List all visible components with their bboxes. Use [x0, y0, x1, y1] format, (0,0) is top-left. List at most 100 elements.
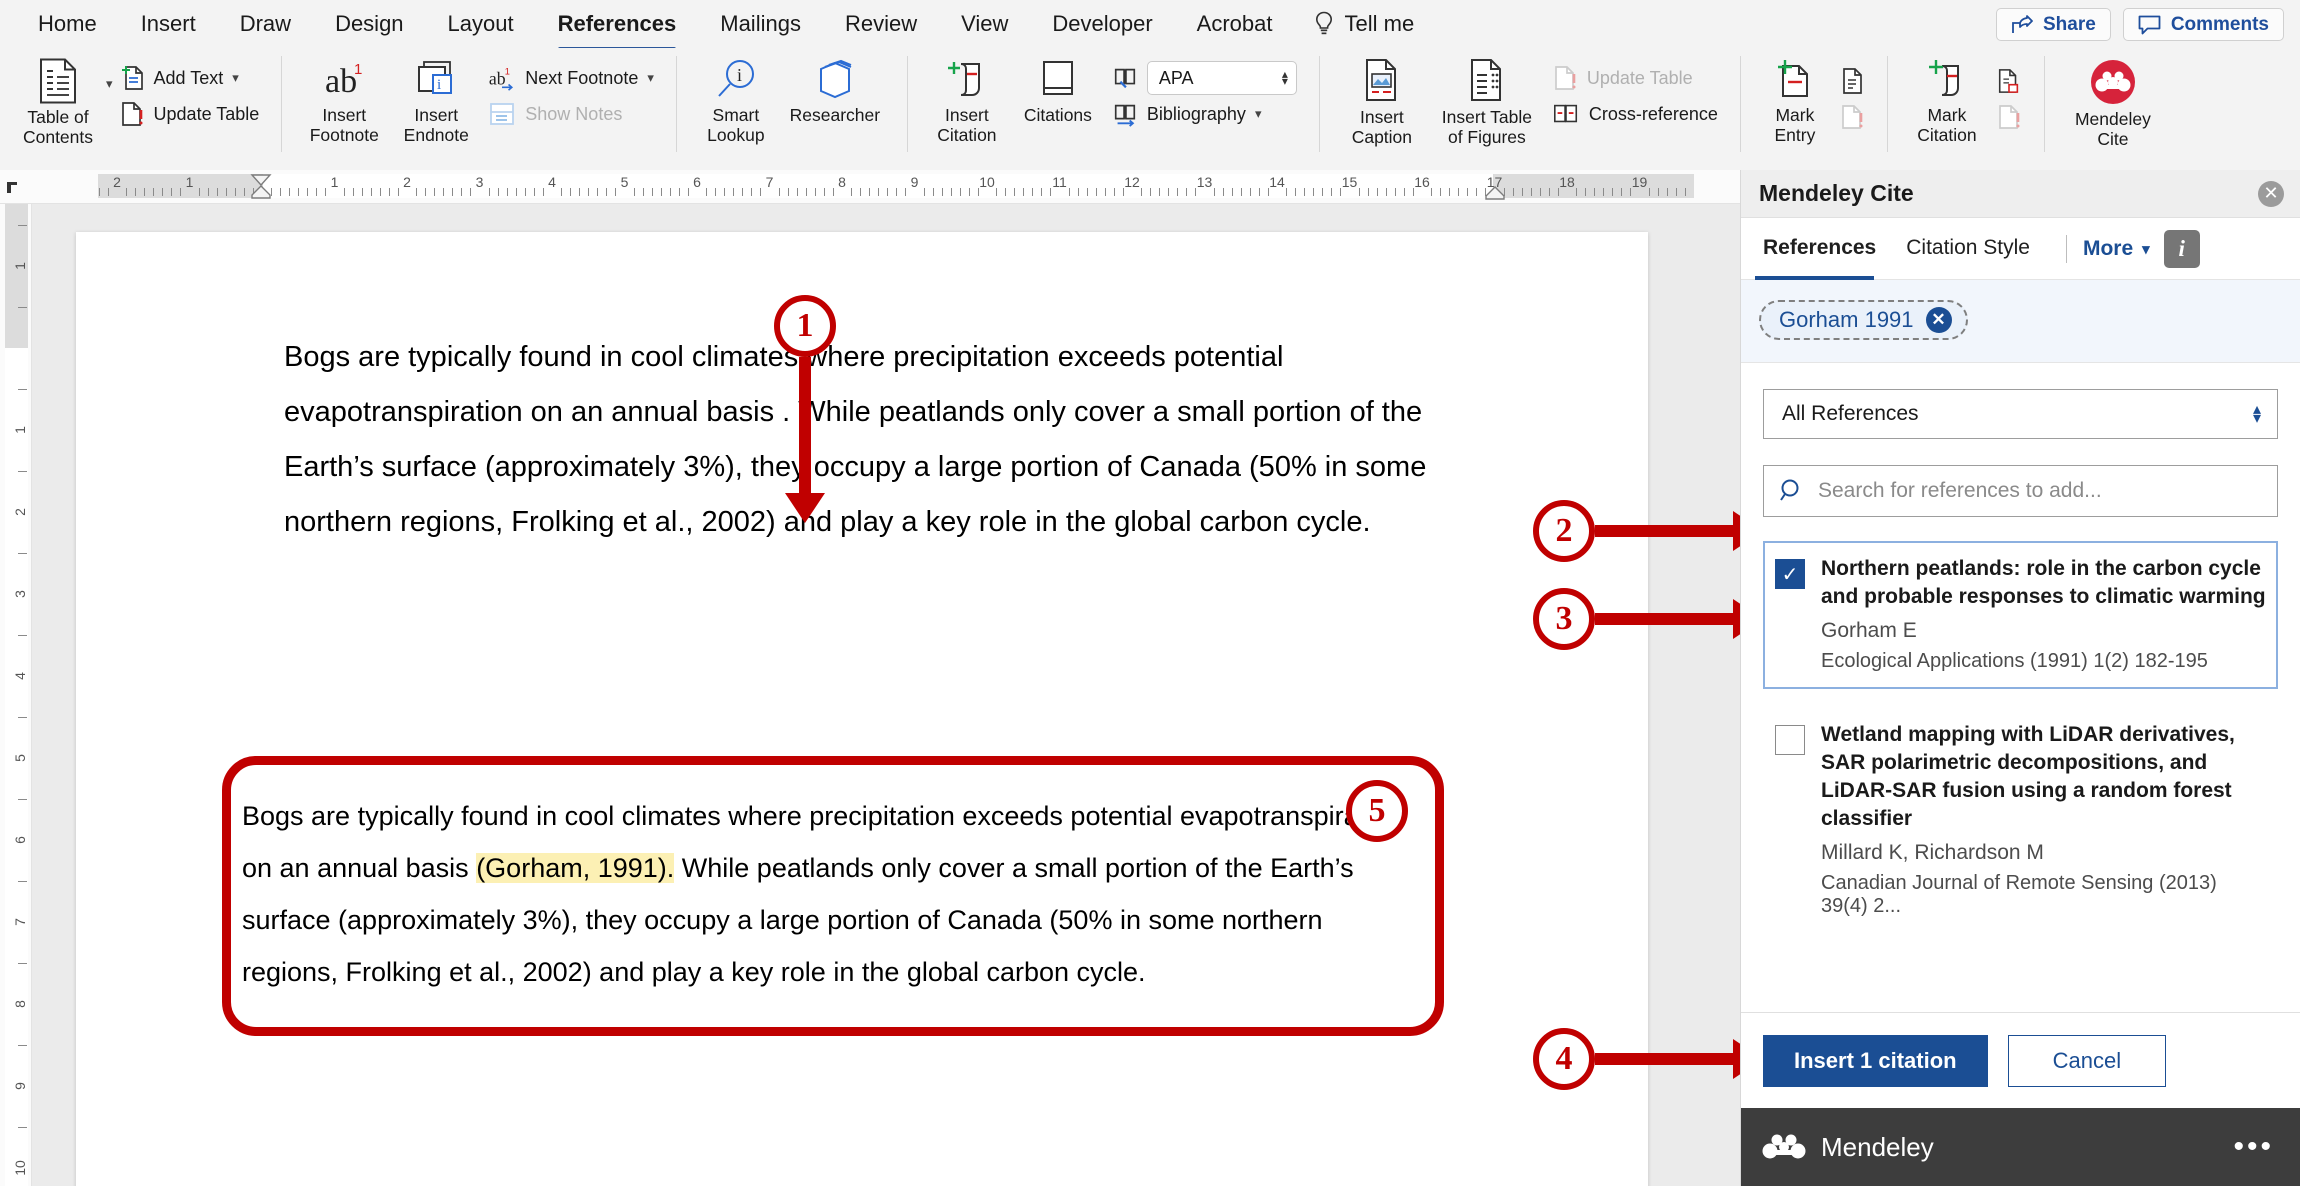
- tab-label: Home: [38, 11, 97, 36]
- next-footnote-button[interactable]: ab 1 Next Footnote ▾: [482, 61, 660, 95]
- ruler-tick: [280, 188, 282, 196]
- tab-references[interactable]: References: [536, 5, 699, 52]
- ruler-tick: [851, 188, 853, 196]
- document-canvas[interactable]: Bogs are typically found in cool climate…: [32, 204, 1740, 1186]
- smart-lookup-button[interactable]: i Smart Lookup: [693, 54, 779, 145]
- ruler-tick: [216, 188, 218, 196]
- chevron-down-icon[interactable]: ▾: [232, 70, 239, 86]
- ruler-tick: [687, 188, 689, 196]
- researcher-button[interactable]: Researcher: [779, 54, 891, 126]
- tab-mailings[interactable]: Mailings: [698, 5, 823, 43]
- vertical-ruler-tick: [18, 225, 27, 226]
- ribbon-group-citations: Insert Citation Citations APA ▴ ▾ Biblio…: [914, 48, 1313, 170]
- citations-button[interactable]: Citations: [1010, 54, 1106, 126]
- reference-checkbox[interactable]: ✓: [1775, 559, 1805, 589]
- update-table-toc-button[interactable]: Update Table: [113, 97, 266, 131]
- vertical-ruler-tick: [18, 717, 27, 718]
- citations-label: Citations: [1023, 105, 1092, 125]
- ruler-tick: [832, 188, 834, 196]
- reference-checkbox[interactable]: [1775, 725, 1805, 756]
- ruler-number: 10: [979, 174, 995, 190]
- tab-acrobat[interactable]: Acrobat: [1175, 5, 1295, 43]
- inserted-citation[interactable]: (Gorham, 1991).: [476, 853, 675, 883]
- chip-remove-icon[interactable]: ✕: [1925, 307, 1952, 333]
- spinner-icon[interactable]: ▴ ▾: [1282, 68, 1288, 87]
- paragraph-result[interactable]: Bogs are typically found in cool climate…: [242, 790, 1412, 998]
- cancel-button[interactable]: Cancel: [2007, 1034, 2167, 1087]
- svg-text:ab: ab: [489, 69, 506, 89]
- mark-citation-button[interactable]: Mark Citation: [1904, 54, 1990, 145]
- add-text-button[interactable]: Add Text ▾: [113, 61, 266, 95]
- more-menu-button[interactable]: More ▾: [2083, 237, 2150, 261]
- search-references-field[interactable]: Search for references to add...: [1763, 465, 2278, 517]
- mark-entry-button[interactable]: Mark Entry: [1757, 54, 1833, 145]
- insert-footnote-button[interactable]: ab 1 Insert Footnote: [298, 54, 390, 145]
- ruler-tick: [923, 188, 925, 196]
- bibliography-icon: [1112, 100, 1138, 128]
- tab-draw[interactable]: Draw: [218, 5, 313, 43]
- insert-citation-button[interactable]: Insert Citation: [924, 54, 1010, 145]
- researcher-label: Researcher: [789, 105, 881, 125]
- indent-marker-hanging[interactable]: [250, 185, 272, 199]
- vertical-ruler-tick: [18, 553, 27, 554]
- ruler-tick: [1014, 188, 1016, 196]
- tab-insert[interactable]: Insert: [119, 5, 218, 43]
- tab-stop-selector[interactable]: [4, 178, 22, 201]
- insert-table-of-authorities-button[interactable]: [1990, 64, 2028, 98]
- ruler-tick: [778, 188, 780, 196]
- ruler-tick: [1367, 188, 1369, 196]
- tell-me-label: Tell me: [1344, 11, 1415, 36]
- bibliography-button[interactable]: Bibliography ▾: [1106, 97, 1303, 131]
- chevron-down-icon[interactable]: ▾: [1255, 106, 1262, 122]
- indent-marker-right[interactable]: [1484, 186, 1506, 200]
- ruler-tick: [1403, 188, 1405, 196]
- insert-table-of-figures-button[interactable]: Insert Table of Figures: [1428, 54, 1546, 147]
- search-input[interactable]: Search for references to add...: [1818, 479, 2102, 503]
- table-of-contents-icon: [38, 58, 78, 104]
- ruler-tick: [706, 188, 708, 196]
- add-text-label: Add Text: [153, 67, 224, 88]
- insert-endnote-button[interactable]: i Insert Endnote: [390, 54, 482, 145]
- spinner-icon[interactable]: ▴ ▾: [2253, 402, 2261, 427]
- insert-endnote-icon: i: [413, 58, 459, 102]
- insert-citation-label: Insert 1 citation: [1794, 1047, 1957, 1073]
- tab-review[interactable]: Review: [823, 5, 939, 43]
- ruler-tick: [678, 188, 680, 196]
- mendeley-cite-button[interactable]: Mendeley Cite: [2061, 54, 2165, 149]
- reference-source: Ecological Applications (1991) 1(2) 182-…: [1821, 650, 2208, 673]
- table-of-contents-button[interactable]: Table of Contents: [10, 54, 106, 147]
- indent-marker-first-line[interactable]: [250, 173, 272, 187]
- cross-reference-button[interactable]: Cross-reference: [1546, 97, 1724, 131]
- vertical-ruler[interactable]: 1 1 2 3 4 5 6 7 8 9 10: [0, 204, 32, 1186]
- close-icon[interactable]: ✕: [2258, 180, 2284, 207]
- horizontal-ruler[interactable]: 2 1 1 2 3 4 5 6 7 8 9 10 11 12 13 14 15 16 17 18 19: [0, 170, 1740, 204]
- reference-item[interactable]: ✓ Northern peatlands: role in the carbon…: [1763, 541, 2278, 690]
- tab-view[interactable]: View: [939, 5, 1030, 43]
- chevron-down-icon[interactable]: ▾: [647, 70, 654, 86]
- citation-style-select[interactable]: APA ▴ ▾: [1146, 61, 1297, 95]
- overflow-menu-icon[interactable]: •••: [2233, 1130, 2274, 1164]
- tab-design[interactable]: Design: [313, 5, 425, 43]
- ruler-tick: [542, 188, 544, 196]
- paragraph-original[interactable]: Bogs are typically found in cool climate…: [284, 330, 1504, 550]
- insert-citation-panel-button[interactable]: Insert 1 citation: [1763, 1034, 1988, 1087]
- next-footnote-label: Next Footnote: [525, 67, 639, 88]
- reference-item[interactable]: Wetland mapping with LiDAR derivatives, …: [1763, 707, 2278, 934]
- panel-tab-references[interactable]: References: [1755, 218, 1888, 280]
- insert-index-button[interactable]: [1833, 64, 1871, 98]
- insert-caption-button[interactable]: Insert Caption: [1336, 54, 1428, 147]
- reference-filter-select[interactable]: All References ▴ ▾: [1763, 389, 2278, 439]
- tell-me-box[interactable]: Tell me: [1295, 11, 1415, 37]
- show-notes-icon: [488, 101, 516, 127]
- share-button[interactable]: Share: [1996, 8, 2111, 41]
- comments-button[interactable]: Comments: [2122, 8, 2284, 41]
- panel-tab-citation-style[interactable]: Citation Style: [1898, 218, 2042, 280]
- selected-citation-chip[interactable]: Gorham 1991 ✕: [1759, 300, 1968, 340]
- ruler-tick: [1186, 188, 1188, 196]
- document-page[interactable]: Bogs are typically found in cool climate…: [76, 232, 1648, 1186]
- tab-layout[interactable]: Layout: [426, 5, 536, 43]
- tab-home[interactable]: Home: [16, 5, 119, 43]
- ruler-tick: [941, 188, 943, 196]
- tab-developer[interactable]: Developer: [1030, 5, 1174, 43]
- info-button[interactable]: i: [2163, 229, 2200, 268]
